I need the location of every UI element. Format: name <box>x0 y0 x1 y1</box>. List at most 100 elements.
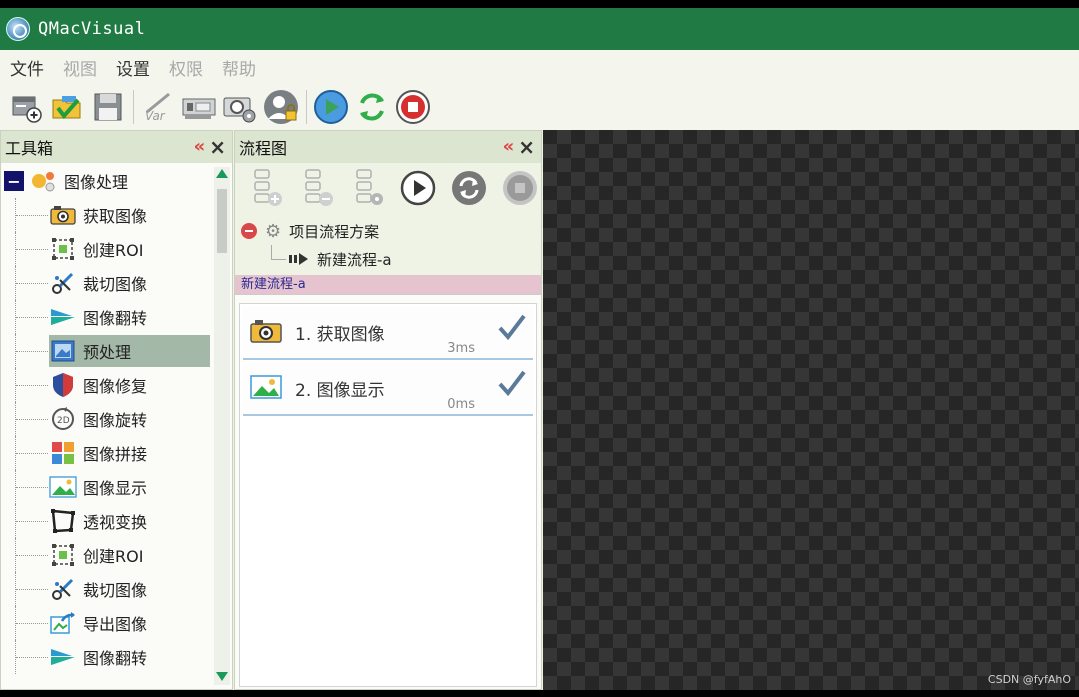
tool-item-label: 图像翻转 <box>83 649 148 668</box>
loop-run-button[interactable] <box>354 88 390 126</box>
tool-item[interactable]: 图像翻转 <box>1 300 214 334</box>
scissors-icon <box>49 575 77 603</box>
variable-icon: Var <box>145 92 170 123</box>
flowchart-panel: 流程图 « × ⚙ 项目流程方案 新建流程-a 新建流程-a 1. 获取图像 3… <box>234 130 542 690</box>
process-label: 新建流程-a <box>317 250 392 269</box>
collapse-red-icon[interactable] <box>241 223 257 239</box>
tool-item[interactable]: 裁切图像 <box>1 266 214 300</box>
svg-text:Var: Var <box>145 109 166 123</box>
flow-step-time: 0ms <box>447 397 475 412</box>
camera-icon <box>250 320 282 343</box>
flow-loop-button[interactable] <box>447 166 490 210</box>
scroll-down-icon[interactable] <box>216 672 228 681</box>
flow-tab[interactable]: 新建流程-a <box>235 275 541 295</box>
toolbar-separator <box>133 90 134 124</box>
tool-item-label: 图像旋转 <box>83 411 148 430</box>
tree-root-image-processing[interactable]: − 图像处理 <box>1 164 214 198</box>
open-button[interactable] <box>49 88 85 126</box>
tool-item-label: 创建ROI <box>83 547 144 566</box>
scroll-thumb[interactable] <box>217 189 227 253</box>
collapse-icon[interactable]: « <box>503 138 514 156</box>
menu-settings[interactable]: 设置 <box>116 55 150 80</box>
add-flow-icon <box>253 169 282 206</box>
camera-card-button[interactable] <box>181 88 217 126</box>
menu-file[interactable]: 文件 <box>10 55 44 80</box>
refresh-icon <box>451 171 486 205</box>
tool-item-label: 图像拼接 <box>83 445 148 464</box>
tool-item[interactable]: 裁切图像 <box>1 572 214 606</box>
tool-item[interactable]: 2D 图像旋转 <box>1 402 214 436</box>
picture-icon <box>250 375 282 399</box>
app-logo-icon <box>6 17 30 41</box>
app-window: QMacVisual 文件 视图 设置 权限 帮助 Var 工具箱 « × − … <box>0 8 1079 690</box>
toolbox-scrollbar[interactable] <box>214 167 230 685</box>
flow-step-label: 2. 图像显示 <box>295 381 385 401</box>
scheme-label: 项目流程方案 <box>289 222 380 241</box>
title-bar: QMacVisual <box>0 8 1079 50</box>
flow-toolbar <box>235 163 541 213</box>
add-flow-button[interactable] <box>243 166 286 210</box>
tool-item-label: 预处理 <box>83 343 132 362</box>
tool-tree: − 图像处理 获取图像 创建ROI 裁切图像 图像翻转 预处理 图像修复 2D 图像旋转 图像拼… <box>1 164 214 689</box>
new-solution-icon <box>12 96 42 123</box>
collapse-icon[interactable]: « <box>194 138 205 156</box>
image-processing-icon <box>32 172 55 192</box>
tool-item-label: 图像显示 <box>83 479 148 498</box>
flow-stop-button[interactable] <box>498 166 541 210</box>
image-canvas[interactable]: CSDN @fyfAhO <box>543 130 1079 690</box>
new-solution-button[interactable] <box>8 88 44 126</box>
tool-item[interactable]: 预处理 <box>1 334 214 368</box>
run-icon <box>314 90 348 124</box>
tool-item[interactable]: 获取图像 <box>1 198 214 232</box>
tool-item[interactable]: 创建ROI <box>1 232 214 266</box>
flowchart-title: 流程图 <box>239 139 288 158</box>
stop-icon <box>396 90 430 124</box>
tool-item-label: 导出图像 <box>83 615 148 634</box>
flow-step-list: 1. 获取图像 3ms 2. 图像显示 0ms <box>239 303 537 687</box>
check-icon <box>498 370 526 397</box>
preprocess-icon <box>49 337 77 365</box>
flip-icon <box>49 303 77 331</box>
menu-help[interactable]: 帮助 <box>222 55 256 80</box>
process-arrow-icon <box>289 253 308 265</box>
flow-step[interactable]: 1. 获取图像 3ms <box>243 306 533 360</box>
tool-item[interactable]: 图像翻转 <box>1 640 214 674</box>
main-toolbar: Var <box>0 84 1079 130</box>
tool-item[interactable]: 图像显示 <box>1 470 214 504</box>
scheme-process-item[interactable]: 新建流程-a <box>235 245 541 273</box>
menu-view[interactable]: 视图 <box>63 55 97 80</box>
toolbar-separator <box>306 90 307 124</box>
tool-item-label: 裁切图像 <box>83 275 148 294</box>
camera-settings-button[interactable] <box>222 88 258 126</box>
user-permission-button[interactable] <box>263 88 299 126</box>
close-icon[interactable]: × <box>209 137 226 157</box>
rotate-icon: 2D <box>49 405 77 433</box>
variable-button[interactable]: Var <box>140 88 176 126</box>
flow-run-button[interactable] <box>396 166 439 210</box>
user-lock-icon <box>264 90 298 124</box>
tool-item-label: 裁切图像 <box>83 581 148 600</box>
tool-item[interactable]: 图像修复 <box>1 368 214 402</box>
tool-item[interactable]: 创建ROI <box>1 538 214 572</box>
stop-button[interactable] <box>395 88 431 126</box>
remove-flow-button[interactable] <box>294 166 337 210</box>
stop-icon <box>502 171 537 205</box>
play-icon <box>400 170 435 206</box>
close-icon[interactable]: × <box>518 137 535 157</box>
scroll-up-icon[interactable] <box>216 169 228 178</box>
tool-item-label: 透视变换 <box>83 513 148 532</box>
menu-permissions[interactable]: 权限 <box>169 55 203 80</box>
tool-item[interactable]: 图像拼接 <box>1 436 214 470</box>
tool-item[interactable]: 透视变换 <box>1 504 214 538</box>
camera-icon <box>49 201 77 229</box>
tool-item-label: 获取图像 <box>83 207 148 226</box>
scheme-root[interactable]: ⚙ 项目流程方案 <box>235 217 541 245</box>
flow-step[interactable]: 2. 图像显示 0ms <box>243 362 533 416</box>
flow-settings-button[interactable] <box>345 166 388 210</box>
collapse-toggle-icon[interactable]: − <box>4 171 24 191</box>
tool-item[interactable]: 导出图像 <box>1 606 214 640</box>
app-title: QMacVisual <box>38 19 146 39</box>
run-button[interactable] <box>313 88 349 126</box>
save-button[interactable] <box>90 88 126 126</box>
gear-icon: ⚙ <box>265 220 282 242</box>
